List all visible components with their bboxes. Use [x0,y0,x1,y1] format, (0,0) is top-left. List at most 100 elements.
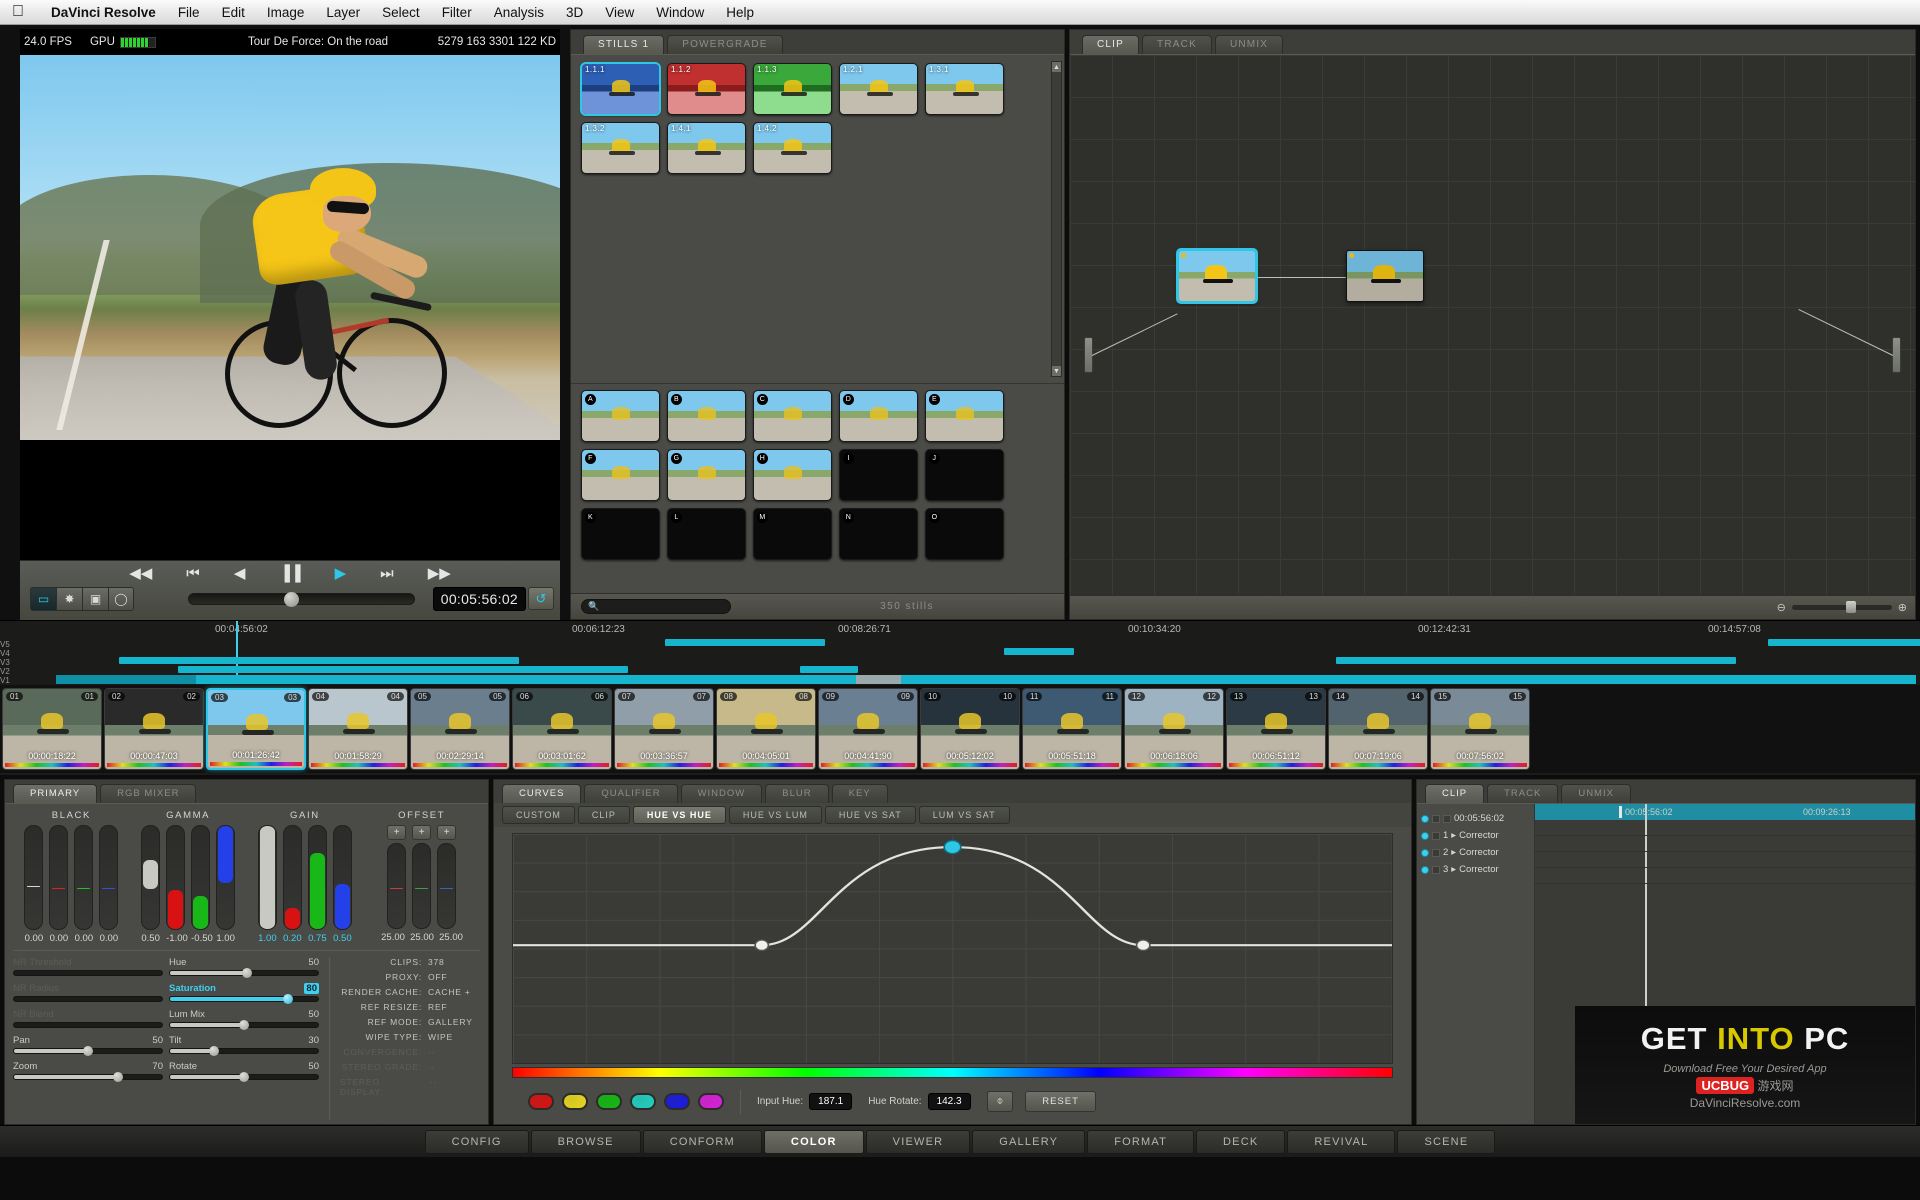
menu-item-file[interactable]: File [167,5,211,20]
viewer-image[interactable] [20,55,560,560]
control-lum-mix[interactable]: Lum Mix 50 [169,1009,319,1030]
filmstrip-clip-12[interactable]: 12 12 00:06:18:06 [1124,688,1224,770]
track-clip[interactable] [178,666,628,673]
input-hue-value[interactable]: 187.1 [809,1093,853,1110]
mode-button-conform[interactable]: CONFORM [642,1129,762,1154]
filmstrip-clip-04[interactable]: 04 04 00:01:58:29 [308,688,408,770]
hue-swatch-1[interactable] [562,1093,588,1110]
hue-rotate-value[interactable]: 142.3 [927,1093,971,1110]
filmstrip-clip-14[interactable]: 14 14 00:07:19:06 [1328,688,1428,770]
display-icon[interactable]: ▣ [82,587,108,611]
gallery-still-A[interactable]: A [581,390,660,442]
track-clip[interactable] [1336,657,1736,664]
viewer-timecode[interactable]: 00:05:56:02 [432,587,526,611]
menu-item-layer[interactable]: Layer [315,5,371,20]
lock-icon[interactable] [1432,848,1440,857]
offset-bar-2[interactable] [412,843,432,929]
keyframe-lane[interactable] [1535,868,1915,884]
gallery-still-1-4-1[interactable]: 1.4.1 [667,122,746,174]
gallery-still-F[interactable]: F [581,449,660,501]
control-slider[interactable] [169,968,319,978]
mode-button-format[interactable]: FORMAT [1087,1129,1195,1154]
brush-icon[interactable]: ◯ [108,587,134,611]
menu-item-edit[interactable]: Edit [211,5,256,20]
hue-rotate-field[interactable]: Hue Rotate: 142.3 [868,1093,971,1110]
scroll-up-icon[interactable]: ▲ [1052,62,1061,72]
gallery-still-C[interactable]: C [753,390,832,442]
gain-bar-g[interactable] [307,825,327,930]
keyframe-row[interactable]: 3 ▸ Corrector [1421,861,1530,878]
filmstrip-clip-08[interactable]: 08 08 00:04:05:01 [716,688,816,770]
gamma-bar-b[interactable] [216,825,236,930]
keyframe-lane[interactable] [1535,852,1915,868]
tab-custom[interactable]: CUSTOM [502,806,575,824]
fast-forward-button[interactable]: ▶▶ [428,564,451,584]
filmstrip-clip-13[interactable]: 13 13 00:06:51:12 [1226,688,1326,770]
black-bar-r[interactable] [49,825,69,930]
track-lane-v5[interactable] [28,639,1920,648]
track-clip[interactable] [1768,639,1920,646]
black-bar-b[interactable] [99,825,119,930]
step-back-button[interactable]: ◀ [234,564,246,584]
node-1[interactable]: 1 [1176,248,1258,304]
keyframe-ruler[interactable]: 00:05:56:02 00:09:26:13 [1535,804,1915,820]
track-clip[interactable] [1004,648,1074,655]
tab-track[interactable]: TRACK [1142,35,1212,54]
node-2[interactable]: 2 [1346,250,1424,302]
filmstrip-clip-09[interactable]: 09 09 00:04:41:90 [818,688,918,770]
apple-icon[interactable]:  [12,4,24,20]
play-button[interactable]: ▶ [335,564,347,584]
keyframe-timeline[interactable]: 00:05:56:02 00:09:26:13 GET INTO PC Down… [1535,804,1915,1124]
output-terminal[interactable] [1892,337,1901,373]
tab-keyframe-unmix[interactable]: UNMIX [1561,784,1631,803]
curve-graph[interactable] [512,833,1393,1064]
control-rotate[interactable]: Rotate 50 [169,1061,319,1082]
enable-dot-icon[interactable] [1421,848,1429,857]
zoom-in-icon[interactable]: ⊕ [1898,601,1907,614]
tab-hue-vs-lum[interactable]: HUE VS LUM [728,806,822,824]
gallery-still-1-3-2[interactable]: 1.3.2 [581,122,660,174]
tab-keyframe-clip[interactable]: CLIP [1425,784,1485,803]
zoom-out-icon[interactable]: ⊖ [1777,601,1786,614]
control-slider[interactable] [169,1072,319,1082]
tab-key[interactable]: KEY [831,784,888,803]
gallery-still-G[interactable]: G [667,449,746,501]
hue-swatch-3[interactable] [630,1093,656,1110]
track-lane-v1[interactable] [28,675,1920,684]
filmstrip-clip-10[interactable]: 10 10 00:05:12:02 [920,688,1020,770]
keyframe-lane[interactable] [1535,836,1915,852]
gallery-still-O[interactable]: O [925,508,1004,560]
gamma-bar-g[interactable] [191,825,211,930]
control-slider[interactable] [13,996,163,1002]
tab-primary[interactable]: PRIMARY [13,784,98,803]
gallery-still-1-1-1[interactable]: 1.1.1 [580,62,661,116]
control-pan[interactable]: Pan 50 [13,1035,163,1056]
keyframe-row[interactable]: 2 ▸ Corrector [1421,844,1530,861]
offset-plus-1[interactable]: + [387,825,407,840]
loop-icon[interactable]: ↺ [528,587,554,610]
node-canvas[interactable]: 1 2 [1070,54,1915,595]
node-zoom-slider[interactable] [1791,601,1892,613]
filmstrip-clip-01[interactable]: 01 01 00:00:18:22 [2,688,102,770]
chevron-right-icon[interactable]: ▸ [1451,864,1456,875]
search-input[interactable]: 🔍 [581,599,731,614]
gallery-still-1-1-3[interactable]: 1.1.3 [753,63,832,115]
mode-button-browse[interactable]: BROWSE [530,1129,641,1154]
black-bars[interactable] [13,825,130,930]
tab-keyframe-track[interactable]: TRACK [1487,784,1559,803]
black-bar-g[interactable] [74,825,94,930]
menu-item-analysis[interactable]: Analysis [483,5,555,20]
black-bar-y[interactable] [24,825,44,930]
mode-button-color[interactable]: COLOR [763,1129,864,1154]
offset-bars[interactable] [363,843,480,929]
filmstrip-clip-11[interactable]: 11 11 00:05:51:18 [1022,688,1122,770]
previous-clip-button[interactable]: ⏮ [186,564,200,584]
tab-rgb-mixer[interactable]: RGB MIXER [100,784,197,803]
gamma-bars[interactable] [130,825,247,930]
gallery-still-K[interactable]: K [581,508,660,560]
tab-clip-curve[interactable]: CLIP [577,806,630,824]
menu-item-window[interactable]: Window [645,5,715,20]
offset-bar-3[interactable] [437,843,457,929]
camera-icon[interactable]: ▭ [30,587,56,611]
tab-qualifier[interactable]: QUALIFIER [584,784,678,803]
